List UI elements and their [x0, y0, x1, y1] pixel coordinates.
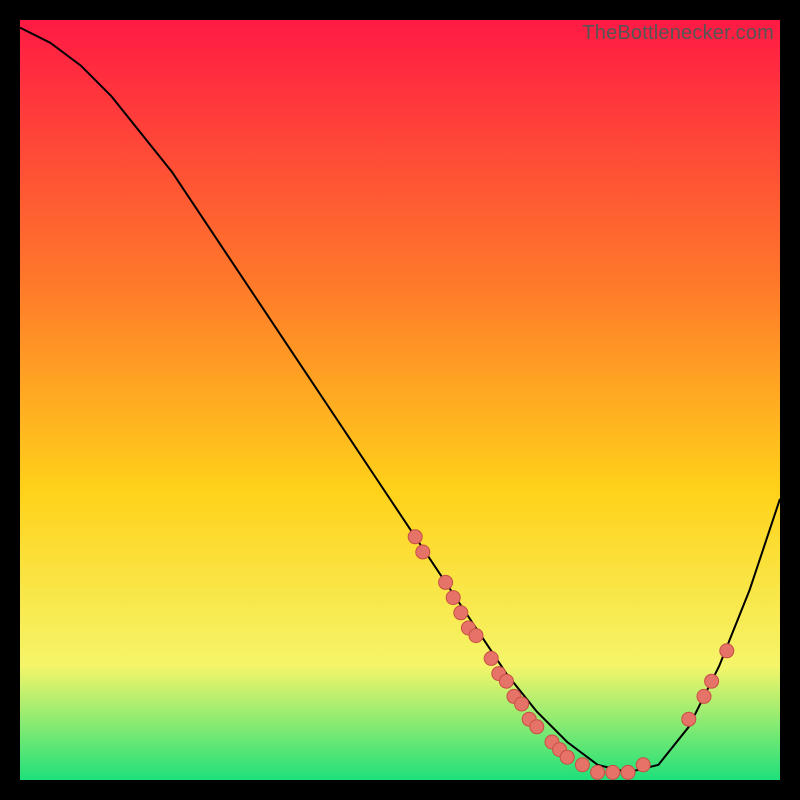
data-dot	[560, 750, 574, 764]
data-dot	[720, 644, 734, 658]
data-dot	[446, 591, 460, 605]
data-dot	[408, 530, 422, 544]
data-dot	[705, 674, 719, 688]
data-dot	[416, 545, 430, 559]
chart-frame: TheBottlenecker.com	[20, 20, 780, 780]
data-dot	[621, 765, 635, 779]
data-dot	[591, 765, 605, 779]
data-dot	[484, 651, 498, 665]
data-dot	[682, 712, 696, 726]
data-dot	[636, 758, 650, 772]
data-dot	[454, 606, 468, 620]
data-dot	[575, 758, 589, 772]
data-dot	[697, 689, 711, 703]
watermark-text: TheBottlenecker.com	[582, 22, 774, 45]
data-dot	[469, 629, 483, 643]
gradient-background	[20, 20, 780, 780]
data-dot	[530, 720, 544, 734]
data-dot	[439, 575, 453, 589]
data-dot	[606, 765, 620, 779]
data-dot	[515, 697, 529, 711]
data-dot	[499, 674, 513, 688]
chart-svg	[20, 20, 780, 780]
